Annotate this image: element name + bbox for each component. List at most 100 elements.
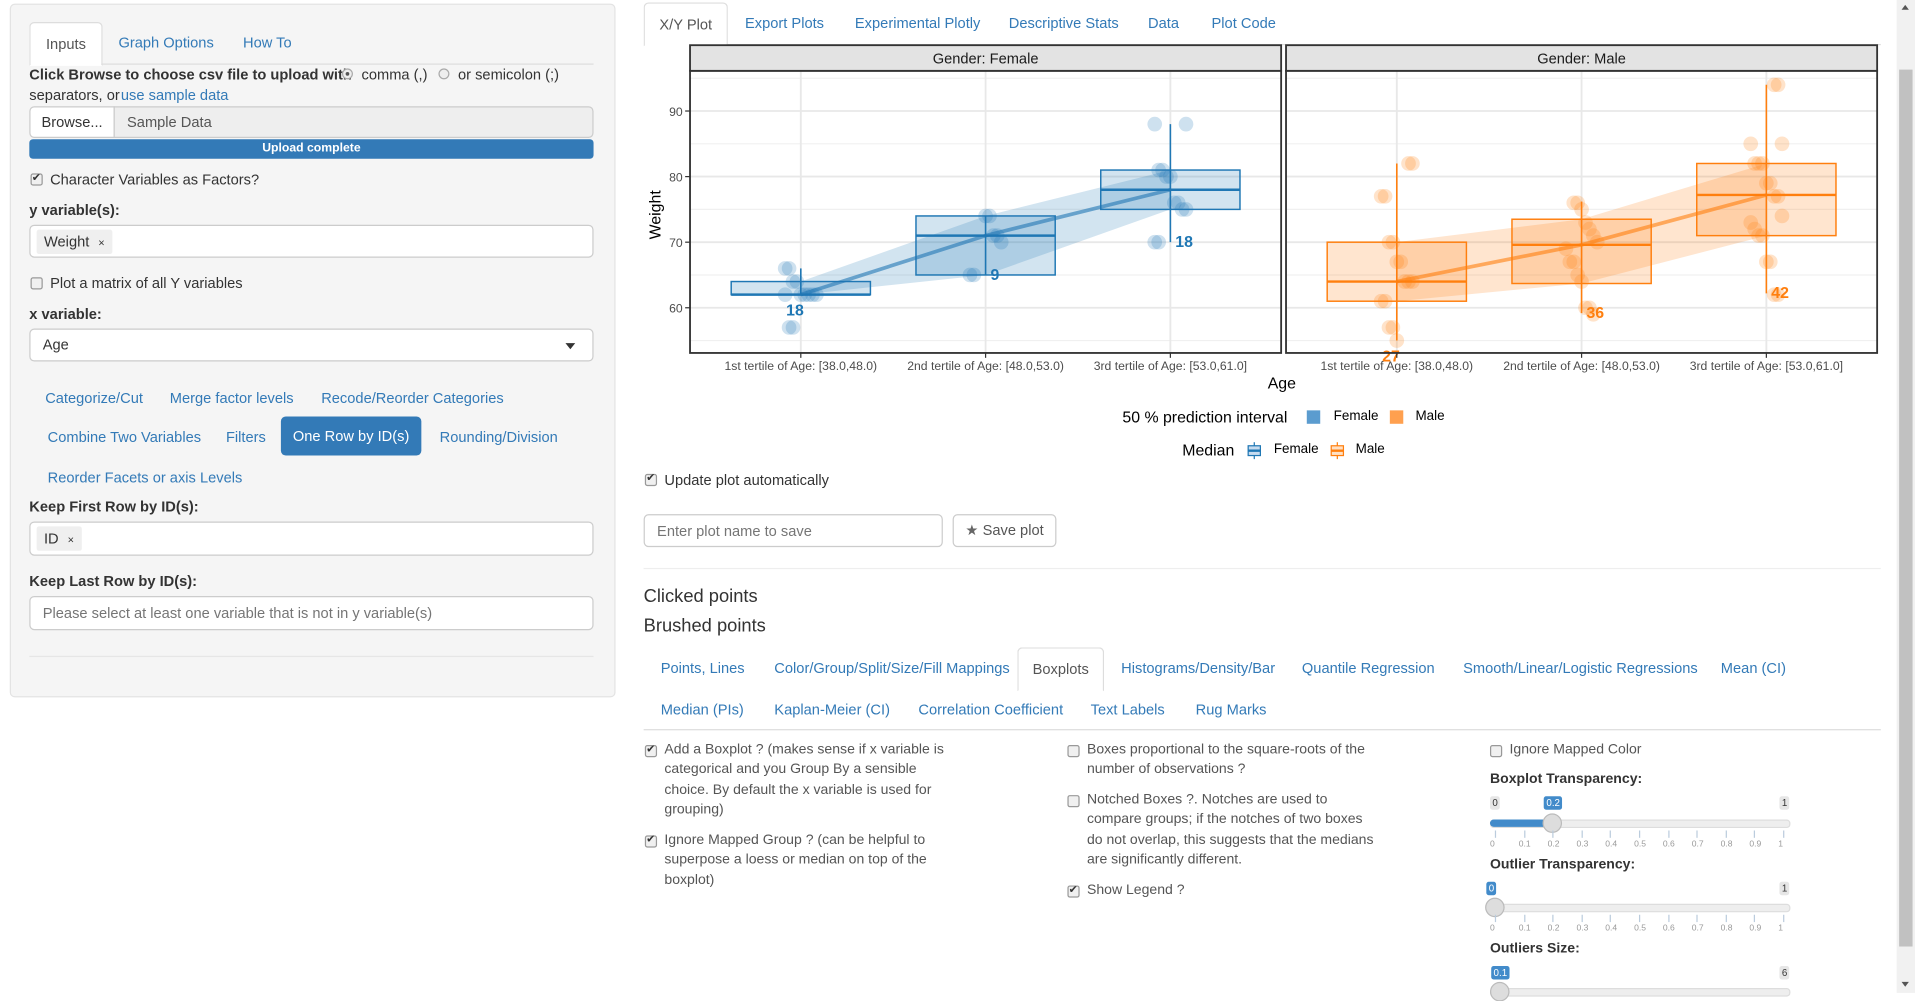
subtab-histograms[interactable]: Histograms/Density/Bar — [1121, 660, 1275, 677]
subtab-median-pis[interactable]: Median (PIs) — [661, 701, 744, 718]
legend-male-swatch — [1389, 410, 1404, 424]
slider-tick-label: 0.6 — [1662, 924, 1675, 934]
x-tick-label: 2nd tertile of Age: [48.0,53.0) — [907, 359, 1064, 373]
slider-tick-label: 0.1 — [1518, 924, 1531, 934]
x-tick-label: 3rd tertile of Age: [53.0,61.0] — [1094, 359, 1247, 373]
y-tick-label: 70 — [669, 236, 683, 250]
data-point — [1385, 320, 1401, 335]
slider-tick-label: 1 — [1778, 924, 1783, 934]
notched-checkbox[interactable] — [1067, 795, 1080, 808]
pill-reorder-facets[interactable]: Reorder Facets or axis Levels — [48, 469, 243, 486]
slider-handle[interactable] — [1489, 981, 1510, 1001]
data-point — [1147, 116, 1163, 132]
keep-last-input[interactable] — [29, 595, 594, 631]
slider-tick-label: 0.8 — [1720, 840, 1733, 849]
plot-name-input[interactable] — [643, 514, 943, 548]
subtab-boxplots[interactable]: Boxplots — [1017, 647, 1105, 692]
x-tick-label: 3rd tertile of Age: [53.0,61.0] — [1690, 359, 1843, 373]
y-tick-label: 60 — [669, 302, 683, 316]
slider-tick-label: 0.7 — [1691, 924, 1704, 934]
data-point — [1774, 136, 1790, 152]
show-legend-checkbox[interactable] — [1067, 883, 1080, 898]
subtab-smooth-regressions[interactable]: Smooth/Linear/Logistic Regressions — [1463, 660, 1698, 677]
slider-tick-label: 0 — [1489, 840, 1495, 849]
pill-rounding-division[interactable]: Rounding/Division — [440, 429, 558, 446]
slider-tick-mark — [1638, 914, 1641, 923]
slider-tick-mark — [1725, 830, 1727, 838]
slider-tick-mark — [1552, 914, 1554, 923]
outlier-transparency-slider[interactable] — [1489, 903, 1791, 913]
legend-female-box-icon — [1247, 442, 1261, 460]
ignore-group-label: Ignore Mapped Group ? (can be helpful to… — [664, 832, 927, 888]
slider-tick-label: 0.8 — [1720, 924, 1733, 934]
data-point — [1393, 254, 1409, 270]
subtab-rug-marks[interactable]: Rug Marks — [1196, 701, 1267, 718]
scroll-down-icon[interactable] — [1901, 981, 1909, 987]
remove-tag-icon[interactable]: × — [68, 534, 74, 546]
ignore-color-label: Ignore Mapped Color — [1509, 742, 1642, 758]
slider-max-tag: 1 — [1779, 881, 1790, 896]
slider-tick-mark — [1696, 830, 1698, 838]
proportional-checkbox[interactable] — [1067, 744, 1080, 758]
subtab-divider — [643, 729, 1881, 731]
y-tick-label: 90 — [669, 105, 683, 119]
save-plot-button[interactable]: ★ Save plot — [952, 514, 1057, 548]
star-icon: ★ — [965, 521, 979, 539]
ignore-group-checkbox[interactable] — [644, 833, 658, 848]
boxplot-box — [1696, 162, 1837, 237]
slider-tick-mark — [1523, 914, 1525, 923]
slider-tick-mark — [1783, 830, 1785, 838]
slider-tick-mark — [1494, 914, 1497, 923]
slider-tick-label: 0.6 — [1662, 840, 1675, 849]
data-point — [1405, 156, 1420, 171]
boxplot-chart[interactable]: 18 9 18 Gender: Female 1st tertile of Age: [… — [0, 0, 1915, 403]
slider-max-tag: 1 — [1779, 796, 1790, 810]
scrollbar-thumb[interactable] — [1899, 69, 1913, 947]
ignore-color-checkbox[interactable] — [1489, 744, 1503, 758]
facet-label: Gender: Male — [1537, 52, 1626, 68]
slider-tick-label: 0.9 — [1749, 840, 1762, 849]
subtab-color-mappings[interactable]: Color/Group/Split/Size/Fill Mappings — [774, 660, 1009, 677]
add-boxplot-checkbox[interactable] — [644, 743, 658, 758]
outliers-size-slider[interactable] — [1489, 988, 1791, 997]
legend-interval-title: 50 % prediction interval — [1122, 407, 1288, 427]
proportional-label: Boxes proportional to the square-roots o… — [1086, 742, 1365, 778]
legend-median-male-label: Male — [1355, 442, 1385, 457]
keep-last-label: Keep Last Row by ID(s): — [29, 572, 198, 590]
pill-combine-two-variables[interactable]: Combine Two Variables — [48, 429, 201, 446]
count-label: 18 — [786, 302, 804, 319]
data-point — [785, 320, 801, 335]
data-point — [1385, 234, 1401, 250]
legend-female-swatch — [1306, 410, 1321, 424]
data-point — [1566, 254, 1582, 270]
data-point — [982, 208, 997, 224]
outlier-transparency-label: Outlier Transparency: — [1489, 857, 1636, 873]
slider-tick-mark — [1667, 830, 1670, 838]
scroll-up-icon[interactable] — [1901, 4, 1909, 10]
legend-male-box-icon — [1330, 442, 1345, 460]
data-point — [1151, 234, 1166, 250]
subtab-text-labels[interactable]: Text Labels — [1091, 701, 1165, 718]
keep-first-input[interactable]: ID × — [29, 521, 594, 556]
pill-one-row-by-id[interactable]: One Row by ID(s) — [280, 416, 422, 456]
slider-tick-label: 0.7 — [1691, 840, 1704, 849]
count-label: 9 — [990, 267, 999, 284]
subtab-mean-ci[interactable]: Mean (CI) — [1721, 660, 1786, 677]
add-boxplot-label: Add a Boxplot ? (makes sense if x variab… — [664, 742, 944, 817]
pill-filters[interactable]: Filters — [226, 429, 266, 446]
slider-tick-label: 0.3 — [1576, 924, 1589, 934]
data-point — [781, 261, 797, 276]
subtab-quantile-regression[interactable]: Quantile Regression — [1302, 660, 1435, 677]
slider-tick-label: 0.5 — [1634, 924, 1646, 934]
save-plot-label: Save plot — [982, 521, 1044, 539]
slider-min-tag: 0 — [1489, 796, 1501, 810]
data-point — [1389, 333, 1405, 348]
update-auto-checkbox[interactable] — [644, 471, 658, 487]
slider-tick-label: 0.3 — [1576, 840, 1589, 849]
slider-tick-mark — [1581, 830, 1583, 838]
subtab-points-lines[interactable]: Points, Lines — [661, 660, 745, 677]
legend-median-female-label: Female — [1273, 442, 1319, 457]
subtab-kaplan-meier[interactable]: Kaplan-Meier (CI) — [774, 701, 890, 718]
subtab-correlation[interactable]: Correlation Coefficient — [918, 701, 1063, 718]
data-point — [1178, 202, 1194, 217]
